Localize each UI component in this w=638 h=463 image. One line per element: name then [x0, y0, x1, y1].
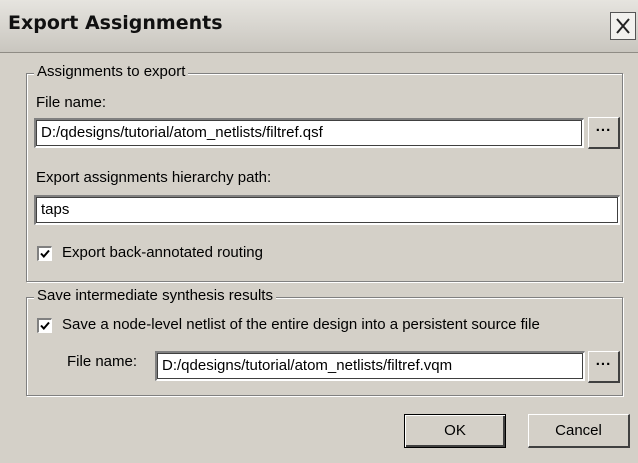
checkmark-icon	[40, 321, 50, 330]
export-assignments-dialog: Export Assignments Assignments to export…	[0, 0, 638, 463]
title-bar[interactable]: Export Assignments	[0, 0, 638, 53]
checkmark-icon	[40, 249, 50, 258]
vqm-file-name-input[interactable]: D:/qdesigns/tutorial/atom_netlists/filtr…	[155, 351, 585, 381]
vqm-file-name-label: File name:	[67, 353, 138, 370]
close-icon	[616, 18, 630, 34]
ok-button[interactable]: OK	[404, 414, 506, 448]
assignments-group-legend: Assignments to export	[34, 63, 189, 80]
window-title: Export Assignments	[8, 12, 223, 34]
vqm-browse-button[interactable]: ...	[588, 351, 620, 383]
synthesis-group	[26, 297, 623, 396]
back-annotated-checkbox[interactable]	[37, 246, 52, 261]
hierarchy-path-label: Export assignments hierarchy path:	[36, 169, 272, 186]
file-name-label: File name:	[36, 94, 107, 111]
qsf-file-name-input[interactable]: D:/qdesigns/tutorial/atom_netlists/filtr…	[34, 118, 584, 148]
synthesis-group-legend: Save intermediate synthesis results	[34, 287, 276, 304]
cancel-button[interactable]: Cancel	[528, 414, 630, 448]
netlist-label[interactable]: Save a node-level netlist of the entire …	[62, 316, 540, 333]
back-annotated-label[interactable]: Export back-annotated routing	[62, 244, 263, 261]
hierarchy-path-input[interactable]: taps	[34, 195, 620, 225]
qsf-browse-button[interactable]: ...	[588, 117, 620, 149]
close-button[interactable]	[610, 12, 636, 40]
netlist-checkbox[interactable]	[37, 318, 52, 333]
